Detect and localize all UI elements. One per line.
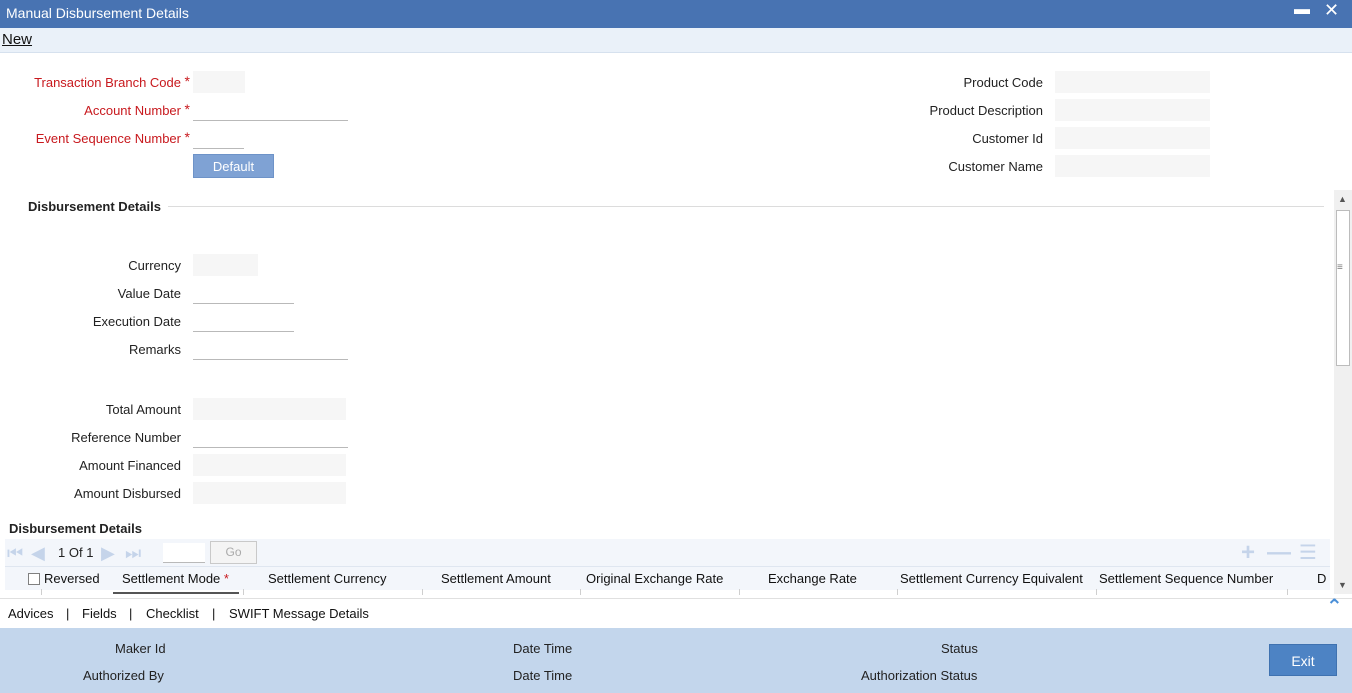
link-separator: | [212,606,216,621]
go-button[interactable]: Go [210,541,257,564]
product-code-field[interactable] [1055,71,1210,93]
col-separator [41,589,42,595]
view-rows-icon[interactable]: ☰ [1299,540,1317,565]
currency-label: Currency [128,258,181,273]
account-number-field[interactable] [193,99,348,121]
grip-icon: ≡ [1337,262,1343,273]
col-settlement-amount: Settlement Amount [441,571,551,586]
amount-financed-field[interactable] [193,454,346,476]
chevron-up-icon[interactable]: ⌃ [1326,594,1343,619]
last-page-icon[interactable]: ⏭ [125,543,141,564]
value-date-field[interactable] [193,282,294,304]
go-page-input[interactable] [163,543,205,563]
grid-section-title: Disbursement Details [9,521,142,536]
customer-id-label: Customer Id [972,131,1043,146]
window-title: Manual Disbursement Details [6,5,189,21]
select-all-checkbox[interactable] [28,573,40,585]
maker-id-label: Maker Id [115,641,166,656]
reference-number-field[interactable] [193,426,348,448]
remarks-field[interactable] [193,338,348,360]
total-amount-label: Total Amount [105,402,181,417]
col-settlement-sequence-number: Settlement Sequence Number [1099,571,1274,586]
previous-page-icon[interactable]: ◀ [31,543,45,564]
close-icon[interactable]: ✕ [1324,0,1339,21]
total-amount-field[interactable] [193,398,346,420]
col-separator [1287,589,1288,595]
link-separator: | [129,606,133,621]
execution-date-field[interactable] [193,310,294,332]
customer-name-field[interactable] [1055,155,1210,177]
advices-link[interactable]: Advices [8,606,54,621]
auth-date-time-label: Date Time [513,668,573,683]
grid-toolbar: ⏮ ◀ 1 Of 1 ▶ ⏭ Go + — ☰ [5,539,1330,567]
active-cell-indicator [113,592,239,594]
fields-link[interactable]: Fields [82,606,117,621]
customer-id-field[interactable] [1055,127,1210,149]
execution-date-label: Execution Date [92,314,181,329]
section-divider [168,206,1324,207]
grid-header: Reversed Settlement Mode * Settlement Cu… [5,566,1330,590]
amount-disbursed-label: Amount Disbursed [74,486,181,501]
first-page-icon[interactable]: ⏮ [7,543,23,564]
new-link[interactable]: New [2,31,32,48]
page-indicator: 1 Of 1 [58,545,94,560]
product-description-field[interactable] [1055,99,1210,121]
branch-code-label: Transaction Branch Code * [34,73,190,90]
col-reversed: Reversed [44,571,100,586]
col-settlement-currency: Settlement Currency [268,571,387,586]
add-row-icon[interactable]: + [1241,539,1255,567]
col-separator [739,589,740,595]
col-separator [1096,589,1097,595]
event-sequence-label: Event Sequence Number * [35,129,190,146]
amount-disbursed-field[interactable] [193,482,346,504]
default-button[interactable]: Default [193,154,274,178]
col-settlement-mode: Settlement Mode * [122,571,229,586]
checklist-link[interactable]: Checklist [146,606,199,621]
col-settlement-currency-equivalent: Settlement Currency Equivalent [900,571,1083,586]
bottom-links-bar: Advices | Fields | Checklist | SWIFT Mes… [0,598,1352,628]
amount-financed-label: Amount Financed [79,458,181,473]
authorization-status-label: Authorization Status [861,668,978,683]
next-page-icon[interactable]: ▶ [101,543,115,564]
value-date-label: Value Date [117,286,181,301]
disbursement-details-title: Disbursement Details [28,199,161,214]
col-separator [580,589,581,595]
minimize-icon[interactable]: ▬ [1294,1,1310,19]
col-d: D [1317,571,1327,586]
audit-footer: Maker Id Date Time Status Authorized By … [0,628,1352,693]
date-time-label: Date Time [513,641,573,656]
col-separator [243,589,244,595]
delete-row-icon[interactable]: — [1267,539,1291,567]
event-sequence-field[interactable] [193,127,244,149]
link-separator: | [66,606,70,621]
product-code-label: Product Code [963,75,1044,90]
branch-code-field[interactable] [193,71,245,93]
product-description-label: Product Description [929,103,1043,118]
col-separator [897,589,898,595]
exit-button[interactable]: Exit [1269,644,1337,676]
account-number-label: Account Number * [84,101,190,118]
scroll-up-icon[interactable]: ▲ [1338,194,1347,204]
vertical-scrollbar[interactable]: ▲ ≡ ▼ [1334,190,1352,594]
col-original-exchange-rate: Original Exchange Rate [586,571,724,586]
customer-name-label: Customer Name [948,159,1043,174]
status-label: Status [941,641,978,656]
authorized-by-label: Authorized By [83,668,164,683]
window-titlebar: Manual Disbursement Details ▬ ✕ [0,0,1352,28]
remarks-label: Remarks [128,342,181,357]
currency-field[interactable] [193,254,258,276]
menu-bar: New [0,28,1352,53]
reference-number-label: Reference Number [71,430,181,445]
scroll-down-icon[interactable]: ▼ [1338,580,1347,590]
swift-message-details-link[interactable]: SWIFT Message Details [229,606,369,621]
col-exchange-rate: Exchange Rate [768,571,857,586]
col-separator [422,589,423,595]
scroll-thumb[interactable] [1336,210,1350,366]
